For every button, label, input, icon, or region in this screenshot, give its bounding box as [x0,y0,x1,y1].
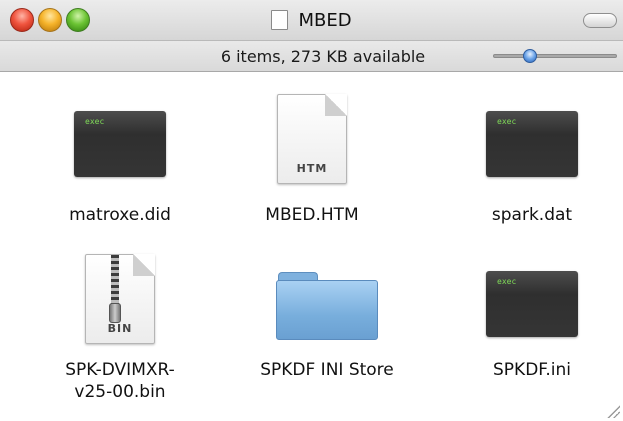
file-name[interactable]: SPK-DVIMXR- v25-00.bin [25,359,215,403]
file-icon-box[interactable]: HTM [217,84,407,184]
file-name[interactable]: MBED.HTM [217,204,407,226]
file-icon-box[interactable]: exec [25,84,215,179]
file-item[interactable]: HTM MBED.HTM [217,84,407,226]
slider-knob[interactable] [523,49,538,63]
exec-icon[interactable]: exec [486,271,578,337]
file-extension-badge: BIN [107,322,133,335]
file-icon-box[interactable]: exec [437,84,623,179]
exec-badge: exec [85,117,105,126]
file-icon-box[interactable]: BIN [25,244,215,344]
file-item[interactable]: BIN SPK-DVIMXR- v25-00.bin [25,244,215,403]
exec-badge: exec [497,277,517,286]
file-name[interactable]: SPKDF.ini [437,359,623,381]
page-corner [325,94,347,116]
resize-grip-icon[interactable] [606,404,620,418]
volume-document-icon [271,10,289,30]
title-bar[interactable]: MBED [0,0,623,41]
window-title: MBED [298,9,352,31]
exec-icon[interactable]: exec [74,111,166,177]
exec-icon[interactable]: exec [486,111,578,177]
file-name[interactable]: matroxe.did [25,204,215,226]
htm-document-icon[interactable]: HTM [277,94,347,184]
file-item[interactable]: SPKDF INI Store [232,244,422,381]
zipper-pull-icon [109,303,121,323]
folder-icon[interactable] [276,272,378,340]
bin-archive-icon[interactable]: BIN [85,254,155,344]
folder-name[interactable]: SPKDF INI Store [232,359,422,381]
zipper-icon [111,255,119,307]
file-item[interactable]: exec SPKDF.ini [437,244,623,381]
file-item[interactable]: exec spark.dat [437,84,623,226]
page-corner [133,254,155,276]
file-icon-box[interactable] [232,244,422,340]
exec-badge: exec [497,117,517,126]
file-extension-badge: HTM [296,162,328,175]
finder-window: MBED 6 items, 273 KB available exec matr… [0,0,623,421]
file-item[interactable]: exec matroxe.did [25,84,215,226]
icon-size-slider[interactable] [493,49,617,63]
file-name[interactable]: spark.dat [437,204,623,226]
file-icon-box[interactable]: exec [437,244,623,339]
window-title-group: MBED [0,8,623,32]
slider-track[interactable] [493,54,617,58]
toolbar-toggle-button[interactable] [583,13,617,28]
icon-view: exec matroxe.did HTM MBED.HTM exec spark… [0,72,623,421]
status-bar: 6 items, 273 KB available [0,41,623,72]
folder-body [276,280,378,340]
